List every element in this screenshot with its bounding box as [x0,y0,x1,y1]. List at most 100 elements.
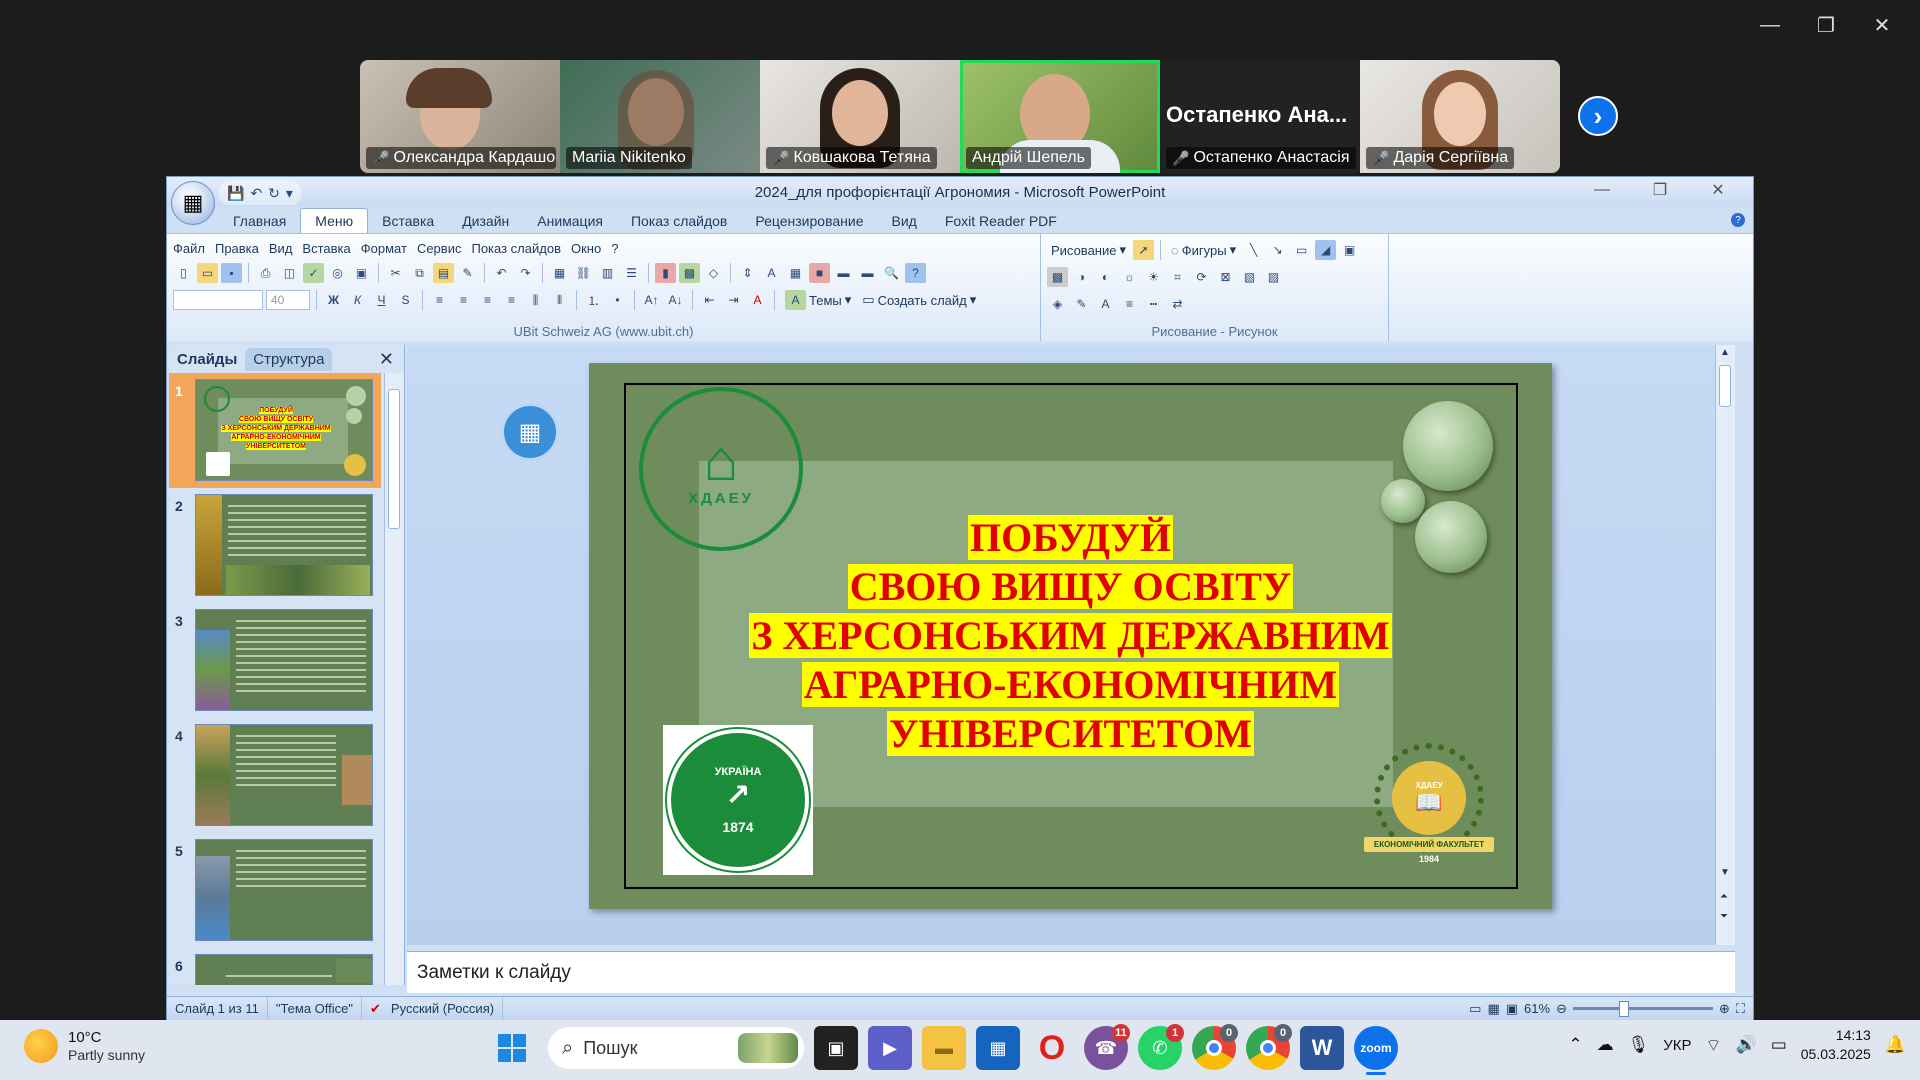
slideshow-view-icon[interactable]: ▣ [1506,1001,1518,1017]
cloud-offline-icon[interactable]: ☁ [1597,1035,1614,1055]
zoom-icon[interactable]: zoom [1354,1026,1398,1075]
menu-view[interactable]: Вид [269,241,293,256]
previous-slide-icon[interactable]: ⏶ [1720,891,1728,902]
tab-review[interactable]: Рецензирование [741,209,877,233]
tab-slides[interactable]: Слайды [169,348,246,371]
menu-window[interactable]: Окно [571,241,601,256]
zoom-level[interactable]: 61% [1524,1001,1550,1016]
arrow-style-icon[interactable]: ⇄ [1167,294,1188,314]
chrome-icon[interactable]: 0 [1246,1024,1292,1070]
undo-icon[interactable]: ↶ [250,185,262,202]
close-icon[interactable]: ✕ [1854,10,1910,40]
reset-picture-icon[interactable]: ▨ [1263,267,1284,287]
slide-thumbnail-5[interactable]: 5 [169,833,381,948]
contrast-up-icon[interactable]: ◑ [1071,267,1092,287]
select-pointer-icon[interactable]: ➚ [1133,240,1155,260]
tab-insert[interactable]: Вставка [368,209,448,233]
drawing-menu-button[interactable]: Рисование ▾ [1047,242,1130,258]
minimize-icon[interactable]: — [1742,10,1798,40]
columns-icon[interactable]: ☰ [621,263,642,283]
rotate-icon[interactable]: ⟳ [1191,267,1212,287]
black-white-icon[interactable]: ▬ [857,263,878,283]
presenter-chart-icon[interactable]: ▦ [501,403,559,461]
brightness-up-icon[interactable]: ☼ [1119,267,1140,287]
tab-animation[interactable]: Анимация [523,209,617,233]
save-icon[interactable]: 💾 [227,185,244,202]
decrease-indent-icon[interactable]: ⇤ [699,290,720,310]
close-icon[interactable]: ✕ [1689,177,1747,203]
bold-icon[interactable]: Ж [323,290,344,310]
help-icon[interactable]: ? [905,263,926,283]
redo-icon[interactable]: ↷ [515,263,536,283]
tab-outline[interactable]: Структура [245,348,333,371]
recolor-icon[interactable]: ▧ [1239,267,1260,287]
menu-format[interactable]: Формат [361,241,407,256]
columns-icon[interactable]: ⫼ [525,290,546,310]
fit-to-window-icon[interactable]: ⛶ [1736,1001,1745,1017]
copy-icon[interactable]: ⧉ [409,263,430,283]
sorter-view-icon[interactable]: ▦ [1487,1001,1499,1017]
increase-indent-icon[interactable]: ⇥ [723,290,744,310]
grid-icon[interactable]: ▦ [785,263,806,283]
minimize-icon[interactable]: — [1573,177,1631,203]
volume-icon[interactable]: 🔊 [1736,1035,1757,1055]
line-color-icon[interactable]: ✎ [1071,294,1092,314]
menu-tools[interactable]: Сервис [417,241,462,256]
print-preview-icon[interactable]: ◫ [279,263,300,283]
new-icon[interactable]: ▯ [173,263,194,283]
textbox-icon[interactable]: ▭ [1291,240,1312,260]
viber-icon[interactable]: ☎ 11 [1084,1024,1130,1070]
tab-home[interactable]: Главная [219,209,300,233]
line-style-icon[interactable]: ≡ [1119,294,1140,314]
current-slide[interactable]: ⌂ ХДАЕУ ПОБУДУЙ СВОЮ ВИЩУ ОСВІТУ З ХЕРСО… [589,363,1552,909]
wordart-icon[interactable]: ◢ [1315,240,1337,260]
slide-vertical-scrollbar[interactable]: ▲ ▼ ⏶ ⏷ [1715,345,1735,945]
font-color-icon[interactable]: A [747,290,768,310]
slide-thumbnail-2[interactable]: 2 [169,488,381,603]
justify-icon[interactable]: ≡ [501,290,522,310]
new-slide-button[interactable]: ▭ Создать слайд ▾ [858,292,980,308]
slide-thumbnail-4[interactable]: 4 [169,718,381,833]
spellcheck-icon[interactable]: ✓ [303,263,324,283]
chevron-up-icon[interactable]: ⌃ [1568,1035,1582,1055]
brightness-down-icon[interactable]: ☀ [1143,267,1164,287]
tab-design[interactable]: Дизайн [448,209,523,233]
spellcheck-icon[interactable]: ✔ [370,1001,381,1017]
menu-edit[interactable]: Правка [215,241,259,256]
compress-icon[interactable]: ⊠ [1215,267,1236,287]
menu-file[interactable]: Файл [173,241,205,256]
zoom-icon[interactable]: 🔍 [881,263,902,283]
open-icon[interactable]: ▭ [197,263,218,283]
font-color-icon[interactable]: A [1095,294,1116,314]
shapes-menu-button[interactable]: ◌ Фигуры ▾ [1167,242,1240,258]
participant-tile-active-speaker[interactable]: Андрій Шепель [960,60,1160,173]
participant-tile[interactable]: 🎤 Ковшакова Тетяна [760,60,960,173]
participant-tile[interactable]: Mariia Nikitenko [560,60,760,173]
participant-tile[interactable]: Остапенко Ана... 🎤 Остапенко Анастасія [1160,60,1360,173]
menu-insert[interactable]: Вставка [302,241,350,256]
teams-meet-icon[interactable]: ▶ [868,1026,912,1070]
numbering-icon[interactable]: ⒈ [583,290,604,310]
research-icon[interactable]: ◎ [327,263,348,283]
battery-icon[interactable]: ▭ [1771,1035,1787,1055]
menu-help[interactable]: ? [611,241,618,256]
fill-color-icon[interactable]: ◈ [1047,294,1068,314]
slide-thumbnail-6[interactable]: 6 [169,948,381,985]
menu-slideshow[interactable]: Показ слайдов [471,241,561,256]
scroll-down-icon[interactable]: ▼ [1720,867,1730,878]
chart-icon[interactable]: ▮ [655,263,676,283]
notes-pane[interactable]: Заметки к слайду [407,951,1735,993]
chrome-icon[interactable]: 0 [1192,1024,1238,1070]
picture-icon[interactable]: ▩ [679,263,700,283]
participant-tile[interactable]: 🎤 Дарія Сергіївна [1360,60,1560,173]
text-direction-icon[interactable]: A [761,263,782,283]
font-size-combo[interactable]: 40 [266,290,310,310]
next-participants-button[interactable]: › [1578,96,1618,136]
clipart-icon[interactable]: ▣ [1339,240,1360,260]
next-slide-icon[interactable]: ⏷ [1720,911,1728,922]
contrast-down-icon[interactable]: ◐ [1095,267,1116,287]
cut-icon[interactable]: ✂ [385,263,406,283]
italic-icon[interactable]: К [347,290,368,310]
dash-style-icon[interactable]: ┅ [1143,294,1164,314]
align-right-icon[interactable]: ≡ [477,290,498,310]
